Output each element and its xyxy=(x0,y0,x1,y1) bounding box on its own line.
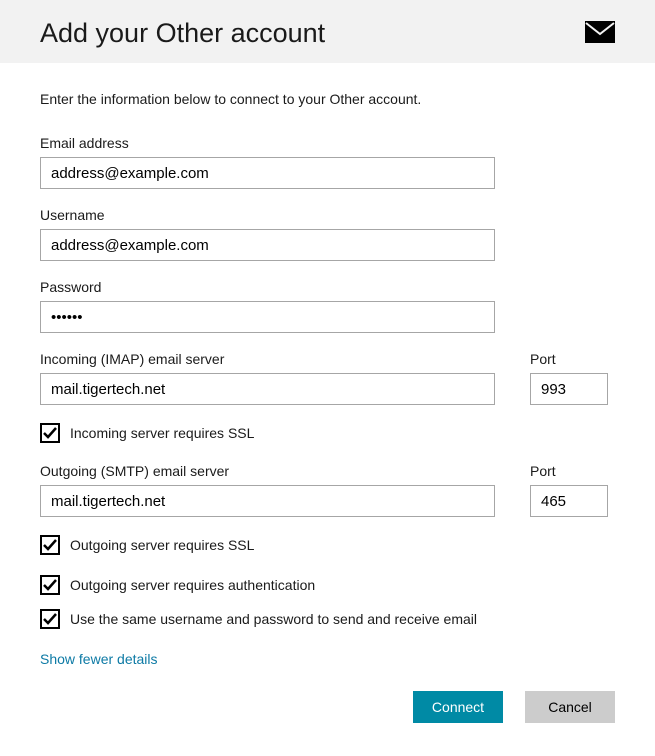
incoming-ssl-label: Incoming server requires SSL xyxy=(70,425,254,441)
outgoing-server-label: Outgoing (SMTP) email server xyxy=(40,463,495,479)
dialog-header: Add your Other account xyxy=(0,0,655,63)
connect-button[interactable]: Connect xyxy=(413,691,503,723)
email-label: Email address xyxy=(40,135,615,151)
outgoing-server-input[interactable] xyxy=(40,485,495,517)
checkmark-icon xyxy=(43,612,57,626)
outgoing-port-input[interactable] xyxy=(530,485,608,517)
incoming-port-input[interactable] xyxy=(530,373,608,405)
checkmark-icon xyxy=(43,578,57,592)
password-field-group: Password xyxy=(40,279,615,333)
email-field-group: Email address xyxy=(40,135,615,189)
checkmark-icon xyxy=(43,538,57,552)
password-input[interactable] xyxy=(40,301,495,333)
email-input[interactable] xyxy=(40,157,495,189)
outgoing-ssl-checkbox-row: Outgoing server requires SSL xyxy=(40,535,615,555)
outgoing-auth-checkbox[interactable] xyxy=(40,575,60,595)
username-field-group: Username xyxy=(40,207,615,261)
outgoing-ssl-label: Outgoing server requires SSL xyxy=(70,537,254,553)
incoming-server-row: Incoming (IMAP) email server Port xyxy=(40,351,615,405)
username-label: Username xyxy=(40,207,615,223)
same-credentials-checkbox[interactable] xyxy=(40,609,60,629)
incoming-port-label: Port xyxy=(530,351,608,367)
incoming-server-label: Incoming (IMAP) email server xyxy=(40,351,495,367)
button-row: Connect Cancel xyxy=(40,691,615,723)
incoming-ssl-checkbox[interactable] xyxy=(40,423,60,443)
password-label: Password xyxy=(40,279,615,295)
outgoing-port-field-group: Port xyxy=(530,463,608,517)
incoming-server-input[interactable] xyxy=(40,373,495,405)
outgoing-port-label: Port xyxy=(530,463,608,479)
outgoing-server-row: Outgoing (SMTP) email server Port xyxy=(40,463,615,517)
outgoing-auth-checkbox-row: Outgoing server requires authentication xyxy=(40,575,615,595)
outgoing-server-field-group: Outgoing (SMTP) email server xyxy=(40,463,495,517)
outgoing-auth-label: Outgoing server requires authentication xyxy=(70,577,315,593)
incoming-server-field-group: Incoming (IMAP) email server xyxy=(40,351,495,405)
same-credentials-label: Use the same username and password to se… xyxy=(70,611,477,627)
cancel-button[interactable]: Cancel xyxy=(525,691,615,723)
username-input[interactable] xyxy=(40,229,495,261)
same-credentials-checkbox-row: Use the same username and password to se… xyxy=(40,609,615,629)
incoming-ssl-checkbox-row: Incoming server requires SSL xyxy=(40,423,615,443)
show-fewer-details-link[interactable]: Show fewer details xyxy=(40,651,158,667)
dialog-content: Enter the information below to connect t… xyxy=(0,63,655,743)
intro-text: Enter the information below to connect t… xyxy=(40,91,615,107)
dialog-title: Add your Other account xyxy=(40,18,325,49)
mail-icon xyxy=(585,21,615,46)
incoming-port-field-group: Port xyxy=(530,351,608,405)
checkmark-icon xyxy=(43,426,57,440)
outgoing-ssl-checkbox[interactable] xyxy=(40,535,60,555)
